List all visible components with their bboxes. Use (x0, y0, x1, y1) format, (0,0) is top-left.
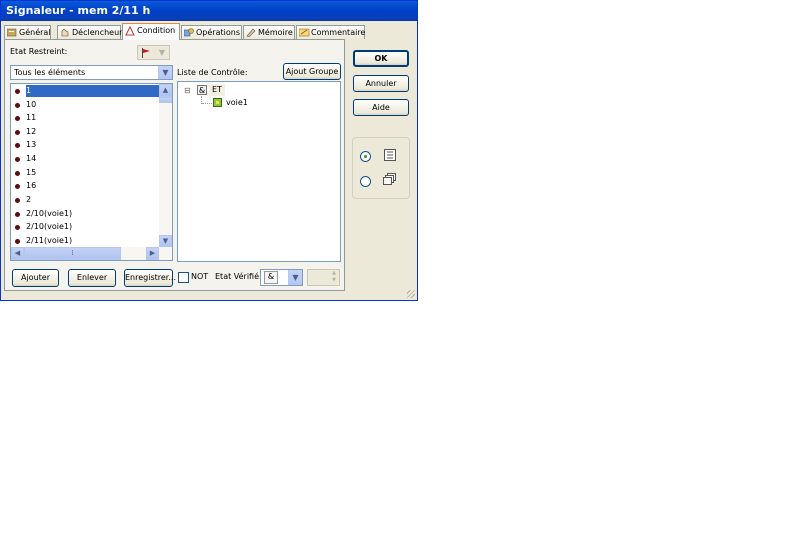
ajout-groupe-button[interactable]: Ajout Groupe (283, 63, 341, 80)
bullet-icon (15, 116, 20, 121)
list-item[interactable]: 14 (11, 153, 161, 165)
list-view-icon (384, 149, 396, 164)
list-item[interactable]: 2/11(voie1) (11, 235, 161, 247)
list-item[interactable]: 11 (11, 112, 161, 124)
flag-icon (141, 48, 151, 61)
tab-operations-label: Opérations (196, 28, 240, 37)
etat-restreint-combo[interactable]: ▼ (137, 45, 170, 60)
tab-commentaire[interactable]: Commentaire (296, 25, 365, 39)
bullet-icon (15, 89, 20, 94)
scroll-left-icon[interactable]: ◀ (11, 247, 24, 260)
etat-verifie-value: & (264, 271, 278, 284)
operations-icon (183, 28, 194, 37)
not-label: NOT (191, 272, 209, 281)
scroll-right-icon[interactable]: ▶ (146, 247, 159, 260)
bullet-icon (15, 171, 20, 176)
bullet-icon (15, 130, 20, 135)
hand-icon (60, 28, 70, 37)
scroll-up-icon[interactable]: ▲ (159, 84, 172, 97)
etat-verifie-label: Etat Vérifié: (215, 272, 262, 281)
list-item[interactable]: 13 (11, 139, 161, 151)
list-item[interactable]: 16 (11, 180, 161, 192)
tab-memoire[interactable]: Mémoire (243, 25, 295, 39)
horizontal-scrollbar[interactable]: ◀ ⁞ ▶ (11, 247, 172, 260)
chevron-down-icon[interactable]: ▼ (288, 270, 302, 285)
spin-up-icon[interactable]: ▲ (329, 270, 339, 277)
etat-verifie-select[interactable]: & ▼ (260, 269, 303, 286)
scroll-thumb-horizontal[interactable]: ⁞ (24, 247, 121, 260)
control-tree[interactable]: ⊟ & ET voie1 (177, 81, 341, 262)
tab-general-label: Général (19, 28, 51, 37)
bullet-icon (15, 103, 20, 108)
list-view-radio[interactable] (360, 151, 371, 162)
tab-memoire-label: Mémoire (258, 28, 293, 37)
list-item[interactable]: 12 (11, 126, 161, 138)
element-list[interactable]: 1 10 11 12 13 14 15 16 2 2/10(voie1) 2/1… (10, 83, 173, 261)
tree-connector (202, 103, 212, 105)
list-item[interactable]: 2/10(voie1) (11, 208, 161, 220)
list-item[interactable]: 2 (11, 194, 161, 206)
tab-condition-label: Condition (137, 26, 176, 35)
list-item[interactable]: 15 (11, 167, 161, 179)
enlever-button[interactable]: Enlever (68, 269, 116, 287)
element-filter-value: Tous les éléments (14, 68, 86, 77)
tab-declencheur-label: Déclencheur (72, 28, 123, 37)
window-title: Signaleur - mem 2/11 h (1, 1, 417, 21)
bullet-icon (15, 212, 20, 217)
list-item[interactable]: 10 (11, 99, 161, 111)
etat-verifie-spinner[interactable]: ▲ ▼ (307, 269, 340, 286)
scroll-thumb[interactable] (159, 97, 172, 103)
list-item[interactable]: 1 (11, 85, 161, 97)
tab-commentaire-label: Commentaire (311, 28, 366, 37)
condition-icon (125, 25, 135, 36)
general-icon (6, 28, 17, 37)
chevron-down-icon[interactable]: ▼ (158, 66, 172, 79)
and-operator-icon: & (197, 85, 207, 95)
bullet-icon (15, 239, 20, 244)
bullet-icon (15, 143, 20, 148)
spin-down-icon[interactable]: ▼ (329, 277, 339, 284)
liste-controle-label: Liste de Contrôle: (177, 68, 248, 77)
memory-icon (246, 28, 256, 38)
enregistrer-button[interactable]: Enregistrer... (124, 269, 176, 287)
dialog-window: Signaleur - mem 2/11 h Général Déclenche… (0, 0, 418, 301)
ajouter-button[interactable]: Ajouter (12, 269, 59, 287)
element-node-icon (213, 98, 222, 107)
collapse-icon[interactable]: ⊟ (184, 86, 191, 95)
etat-restreint-label: Etat Restreint: (10, 47, 68, 56)
windows-view-radio[interactable] (360, 176, 371, 187)
tree-root-label[interactable]: ET (209, 84, 225, 96)
not-checkbox[interactable] (178, 272, 189, 283)
comment-icon (298, 28, 310, 37)
bullet-icon (15, 184, 20, 189)
ok-button[interactable]: OK (353, 50, 409, 67)
annuler-button[interactable]: Annuler (353, 75, 409, 92)
bullet-icon (15, 225, 20, 230)
tab-general[interactable]: Général (4, 25, 51, 39)
tab-operations[interactable]: Opérations (181, 25, 242, 39)
aide-button[interactable]: Aide (353, 99, 409, 116)
bullet-icon (15, 198, 20, 203)
view-mode-group (352, 137, 410, 199)
resize-grip[interactable] (407, 290, 415, 298)
windows-view-icon (383, 173, 397, 189)
tab-declencheur[interactable]: Déclencheur (57, 25, 123, 39)
element-filter-select[interactable]: Tous les éléments ▼ (10, 65, 173, 80)
list-item[interactable]: 2/10(voie1) (11, 221, 161, 233)
vertical-scrollbar[interactable]: ▲ ▼ (159, 84, 172, 248)
chevron-down-icon: ▼ (158, 48, 166, 57)
tree-child-label[interactable]: voie1 (226, 97, 248, 109)
bullet-icon (15, 157, 20, 162)
tab-condition[interactable]: Condition (122, 23, 180, 40)
